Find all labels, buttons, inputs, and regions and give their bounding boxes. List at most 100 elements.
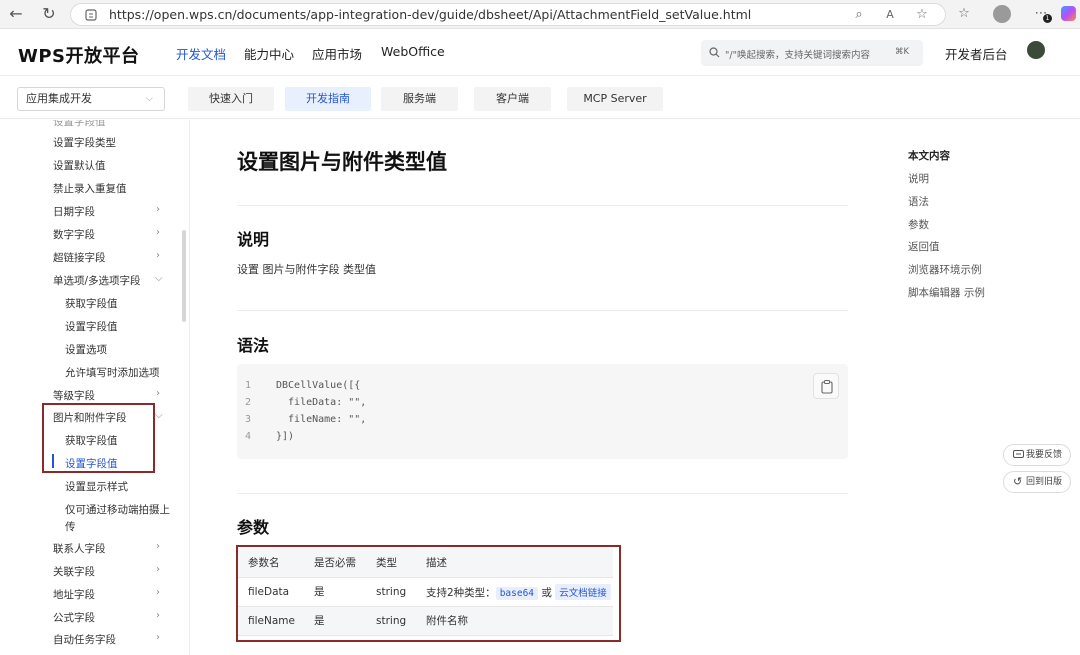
nav-market[interactable]: 应用市场 [312, 44, 362, 63]
search-shortcut: ⌘K [895, 47, 910, 57]
toc-item[interactable]: 语法 [908, 194, 929, 209]
chevron-right-icon[interactable]: › [156, 541, 160, 552]
tab-quickstart[interactable]: 快速入门 [188, 87, 274, 111]
back-icon[interactable]: ← [5, 4, 27, 24]
line-number: 3 [245, 414, 252, 425]
section-title-syntax: 语法 [237, 336, 270, 355]
copilot-icon[interactable] [1061, 6, 1076, 21]
code-block: 1 2 3 4 DBCellValue([{ fileData: "", fil… [237, 364, 848, 459]
profile-avatar[interactable] [993, 5, 1011, 23]
chevron-right-icon[interactable]: › [156, 227, 160, 238]
sidebar-item[interactable]: 设置默认值 [53, 158, 106, 173]
select-value: 应用集成开发 [26, 92, 92, 105]
toc-item[interactable]: 浏览器环境示例 [908, 262, 982, 277]
url-text: https://open.wps.cn/documents/app-integr… [109, 7, 752, 22]
sidebar-item[interactable]: 等级字段 [53, 388, 95, 403]
sidebar-subitem[interactable]: 设置选项 [65, 342, 107, 357]
sidebar-item[interactable]: 公式字段 [53, 610, 95, 625]
undo-icon: ↺ [1013, 475, 1023, 488]
tab-server[interactable]: 服务端 [381, 87, 458, 111]
clipboard-icon [821, 380, 833, 394]
tab-guide[interactable]: 开发指南 [285, 87, 371, 111]
line-number: 4 [245, 431, 252, 442]
divider [237, 310, 848, 311]
search-input[interactable]: "/"唤起搜索，支持关键词搜索内容 ⌘K [701, 40, 923, 66]
sidebar-item[interactable]: 超链接字段 [53, 250, 106, 265]
divider [237, 493, 848, 494]
reload-icon[interactable]: ↻ [38, 4, 60, 24]
chevron-right-icon[interactable]: › [156, 388, 160, 399]
toc-item[interactable]: 参数 [908, 217, 929, 232]
chevron-right-icon[interactable]: › [156, 204, 160, 215]
search-icon [709, 47, 720, 58]
console-link[interactable]: 开发者后台 [945, 44, 1008, 63]
notification-badge: 1 [1043, 14, 1052, 23]
tab-client[interactable]: 客户端 [474, 87, 551, 111]
sidebar-subitem[interactable]: 仅可通过移动端拍摄上 [65, 502, 170, 517]
highlight-box-sidebar [42, 403, 155, 473]
line-number: 2 [245, 397, 252, 408]
code-line: }]) [276, 431, 295, 442]
sidebar-item-partial[interactable]: 设置字段值 [53, 120, 106, 129]
chevron-right-icon[interactable]: › [156, 564, 160, 575]
zoom-icon[interactable]: ⌕ [848, 6, 870, 24]
toc-title: 本文内容 [908, 150, 950, 162]
old-version-button[interactable]: ↺ 回到旧版 [1003, 471, 1071, 493]
divider [237, 205, 848, 206]
section-title-desc: 说明 [237, 230, 270, 249]
chevron-right-icon[interactable]: › [156, 632, 160, 643]
tab-mcp[interactable]: MCP Server [567, 87, 663, 111]
sidebar-item[interactable]: 单选项/多选项字段 [53, 273, 141, 288]
site-info-icon[interactable] [85, 9, 97, 21]
sidebar-subitem-wrap[interactable]: 传 [65, 519, 76, 534]
sidebar-item[interactable]: 联系人字段 [53, 541, 106, 556]
code-line: fileName: "", [276, 414, 367, 425]
chevron-down-icon[interactable]: ⌵ [155, 410, 163, 421]
code-line: DBCellValue([{ [276, 380, 361, 391]
chevron-right-icon[interactable]: › [156, 587, 160, 598]
sidebar-subitem[interactable]: 设置显示样式 [65, 479, 128, 494]
page-title: 设置图片与附件类型值 [237, 150, 447, 174]
chevron-right-icon[interactable]: › [156, 610, 160, 621]
favorites-icon[interactable]: ☆ [953, 5, 975, 23]
address-bar[interactable]: https://open.wps.cn/documents/app-integr… [70, 3, 946, 26]
toc-item[interactable]: 说明 [908, 171, 929, 186]
nav-docs[interactable]: 开发文档 [176, 44, 226, 63]
nav-capability[interactable]: 能力中心 [244, 44, 294, 63]
chevron-down-icon: ⌵ [146, 94, 153, 104]
sidebar-item[interactable]: 关联字段 [53, 564, 95, 579]
sidebar-subitem[interactable]: 获取字段值 [65, 296, 118, 311]
code-line: fileData: "", [276, 397, 367, 408]
favorite-star-icon[interactable]: ☆ [911, 6, 933, 24]
chevron-right-icon[interactable]: › [156, 250, 160, 261]
highlight-box-table [236, 545, 621, 642]
toc-item[interactable]: 脚本编辑器 示例 [908, 285, 985, 300]
toc-item[interactable]: 返回值 [908, 239, 940, 254]
sidebar-item[interactable]: 自动任务字段 [53, 632, 116, 647]
sidebar-item[interactable]: 数字字段 [53, 227, 95, 242]
site-header: WPS开放平台 开发文档 能力中心 应用市场 WebOffice "/"唤起搜索… [0, 30, 1080, 76]
user-avatar[interactable] [1027, 41, 1045, 59]
browser-toolbar: ← ↻ https://open.wps.cn/documents/app-in… [0, 0, 1080, 29]
sub-navigation: 应用集成开发 ⌵ 快速入门 开发指南 服务端 客户端 MCP Server [0, 77, 1080, 119]
product-select[interactable]: 应用集成开发 ⌵ [17, 87, 165, 111]
search-placeholder: "/"唤起搜索，支持关键词搜索内容 [725, 50, 870, 61]
sidebar-item[interactable]: 禁止录入重复值 [53, 181, 127, 196]
feedback-label: 我要反馈 [1026, 450, 1063, 460]
sidebar-item[interactable]: 日期字段 [53, 204, 95, 219]
sidebar-item[interactable]: 地址字段 [53, 587, 95, 602]
feedback-icon [1013, 450, 1024, 458]
sidebar-item[interactable]: 设置字段类型 [53, 135, 116, 150]
nav-weboffice[interactable]: WebOffice [381, 44, 445, 59]
old-version-label: 回到旧版 [1026, 477, 1063, 487]
site-logo[interactable]: WPS开放平台 [18, 42, 140, 68]
sidebar-subitem[interactable]: 允许填写时添加选项 [65, 365, 160, 380]
chevron-down-icon[interactable]: ⌵ [155, 273, 163, 284]
feedback-button[interactable]: 我要反馈 [1003, 444, 1071, 466]
copy-button[interactable] [813, 373, 839, 399]
sidebar-subitem[interactable]: 设置字段值 [65, 319, 118, 334]
sidebar: 设置字段值 设置字段类型 设置默认值 禁止录入重复值 日期字段 › 数字字段 ›… [40, 120, 190, 655]
description-text: 设置 图片与附件字段 类型值 [237, 263, 376, 276]
read-aloud-icon[interactable]: A [879, 6, 901, 24]
sidebar-scrollbar[interactable] [182, 230, 186, 322]
